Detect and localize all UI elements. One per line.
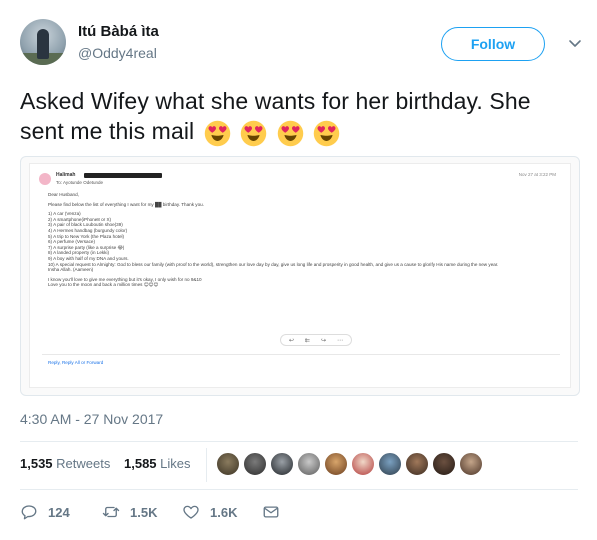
like-button[interactable]: 1.6K bbox=[182, 500, 237, 524]
tweet-media[interactable]: Halimah To: Ayotunde Odetunde Nov 27 at … bbox=[20, 156, 580, 396]
liker-avatar[interactable] bbox=[297, 452, 321, 476]
heart-icon bbox=[183, 505, 199, 519]
follow-button[interactable]: Follow bbox=[441, 27, 545, 61]
reply-all-icon[interactable]: ⇇ bbox=[305, 337, 310, 344]
email-body: Dear Husband, Please find below the list… bbox=[48, 192, 558, 288]
like-count: 1.6K bbox=[210, 504, 238, 520]
direct-message-button[interactable] bbox=[262, 500, 290, 524]
liker-avatar[interactable] bbox=[378, 452, 402, 476]
email-item: 10) A special request to Almighty: God t… bbox=[48, 261, 499, 267]
user-handle[interactable]: @Oddy4real bbox=[78, 45, 157, 61]
likes-count: 1,585 bbox=[124, 456, 157, 471]
retweets-count: 1,535 bbox=[20, 456, 53, 471]
likes-stat[interactable]: 1,585 Likes bbox=[124, 456, 191, 471]
heart-eyes-emoji-icon bbox=[314, 120, 340, 147]
email-from: Halimah bbox=[56, 172, 76, 178]
stats-divider bbox=[206, 448, 207, 482]
liker-avatar[interactable] bbox=[324, 452, 348, 476]
liker-avatar[interactable] bbox=[432, 452, 456, 476]
email-date: Nov 27 at 3:22 PM bbox=[518, 172, 556, 177]
liker-avatar[interactable] bbox=[270, 452, 294, 476]
email-reply-links[interactable]: Reply, Reply All or Forward bbox=[48, 360, 103, 365]
tweet-text: Asked Wifey what she wants for her birth… bbox=[20, 86, 580, 148]
retweets-label: Retweets bbox=[56, 456, 111, 471]
divider bbox=[20, 489, 578, 490]
liker-avatar[interactable] bbox=[351, 452, 375, 476]
redaction-bar bbox=[84, 173, 162, 178]
heart-eyes-emoji-icon bbox=[241, 120, 267, 147]
forward-icon[interactable]: ↪ bbox=[321, 337, 326, 344]
tweet-stats: 1,535 Retweets 1,585 Likes bbox=[20, 456, 201, 471]
liker-avatar[interactable] bbox=[243, 452, 267, 476]
liker-avatar[interactable] bbox=[459, 452, 483, 476]
tweet-timestamp[interactable]: 4:30 AM - 27 Nov 2017 bbox=[20, 411, 163, 427]
retweets-stat[interactable]: 1,535 Retweets bbox=[20, 456, 110, 471]
heart-eyes-emoji-icon bbox=[277, 120, 304, 147]
tweet-actions: 124 1.5K 1.6K bbox=[20, 500, 320, 524]
envelope-icon bbox=[263, 506, 279, 518]
retweet-count: 1.5K bbox=[130, 504, 158, 520]
avatar[interactable] bbox=[20, 19, 66, 65]
reply-button[interactable]: 124 bbox=[20, 500, 70, 524]
email-action-bar: ↩ ⇇ ↪ ⋯ bbox=[280, 334, 352, 346]
more-icon[interactable]: ⋯ bbox=[337, 337, 343, 344]
sender-avatar bbox=[39, 173, 51, 185]
user-name[interactable]: Itú Bàbá ìta bbox=[78, 23, 159, 40]
liker-avatar[interactable] bbox=[216, 452, 240, 476]
emoji-group bbox=[201, 118, 341, 148]
reply-count: 124 bbox=[48, 504, 70, 520]
email-to: To: Ayotunde Odetunde bbox=[56, 180, 103, 185]
email-screenshot: Halimah To: Ayotunde Odetunde Nov 27 at … bbox=[29, 163, 571, 388]
reply-icon bbox=[21, 505, 37, 520]
likes-label: Likes bbox=[160, 456, 191, 471]
chevron-down-icon[interactable] bbox=[567, 35, 583, 51]
email-closing-line: Love you to the moon and back a million … bbox=[48, 282, 159, 288]
email-divider bbox=[42, 354, 560, 355]
retweet-button[interactable]: 1.5K bbox=[102, 500, 157, 524]
reply-icon[interactable]: ↩ bbox=[289, 337, 294, 344]
divider bbox=[20, 441, 578, 442]
heart-eyes-emoji-icon bbox=[204, 120, 231, 147]
tweet-header: Itú Bàbá ìta @Oddy4real Follow bbox=[20, 19, 583, 71]
liker-avatar[interactable] bbox=[405, 452, 429, 476]
retweet-icon bbox=[102, 506, 120, 518]
